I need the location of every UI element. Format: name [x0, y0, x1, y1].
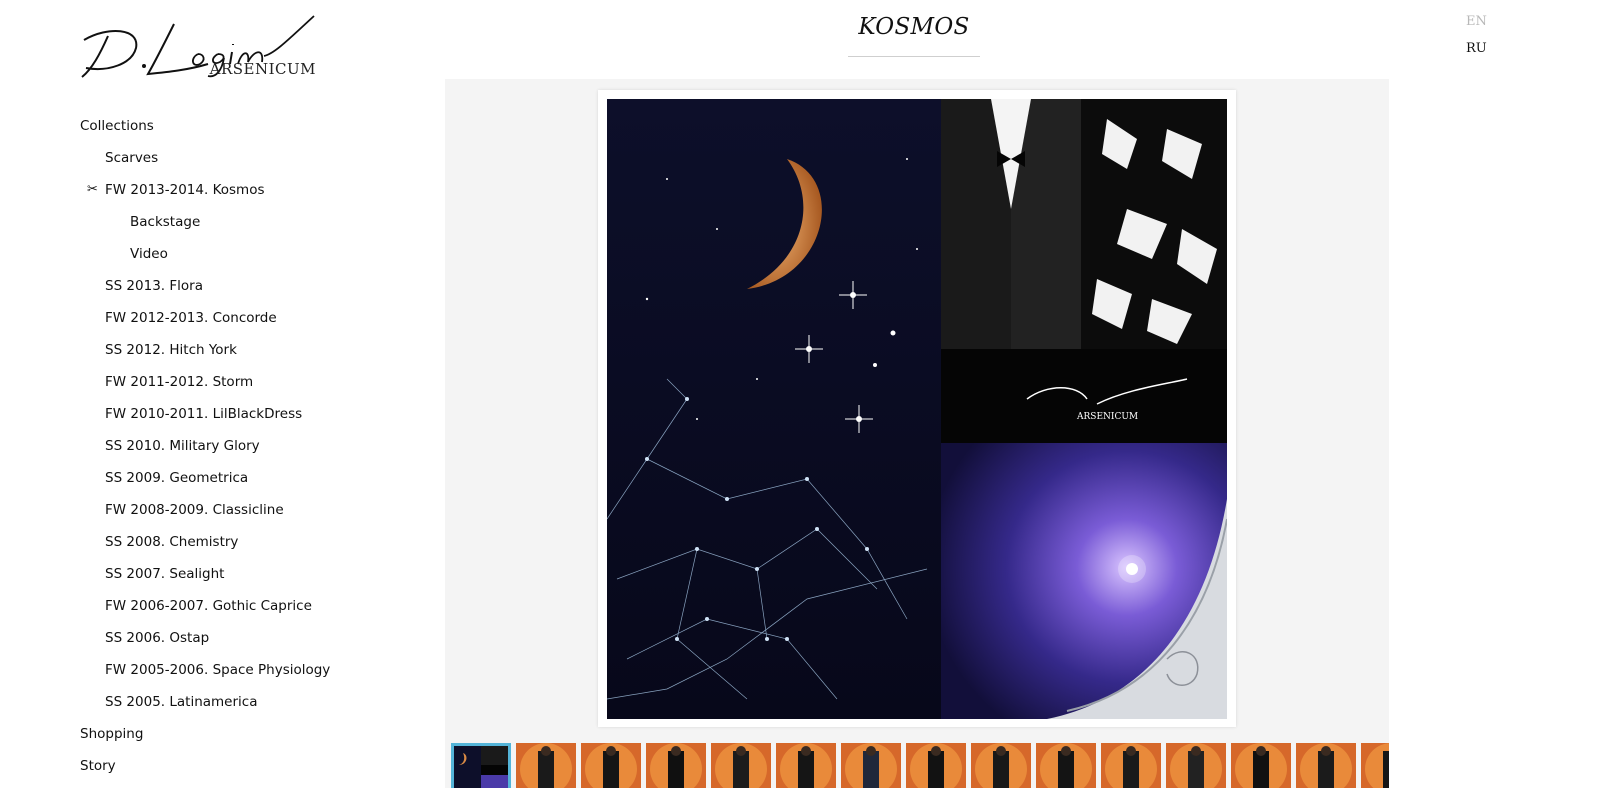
thumbnail-look[interactable]	[841, 743, 901, 788]
thumbnail-look-image	[1361, 743, 1389, 788]
nav-backstage[interactable]: Backstage	[130, 214, 200, 230]
main-collection-image[interactable]: ARSENICUM	[607, 99, 1227, 719]
page: ARSENICUM Collections Scarves ✂ FW 2013-…	[0, 0, 1600, 788]
main-image-frame: ARSENICUM	[598, 90, 1236, 727]
nav-current-label: FW 2013-2014. Kosmos	[105, 182, 265, 198]
nav-scarves[interactable]: Scarves	[105, 150, 158, 166]
logo-subtitle: ARSENICUM	[209, 60, 316, 78]
brand-logo[interactable]: ARSENICUM	[78, 14, 318, 80]
thumbnail-look-image	[516, 743, 576, 788]
thumbnail-cover[interactable]	[451, 743, 511, 788]
page-title: KOSMOS	[858, 14, 970, 40]
thumbnail-cover-image	[451, 743, 511, 788]
nav-shopping[interactable]: Shopping	[80, 726, 143, 742]
svg-text:ARSENICUM: ARSENICUM	[1076, 412, 1138, 422]
lang-en-link[interactable]: EN	[1466, 14, 1487, 29]
thumbnail-look-image	[1036, 743, 1096, 788]
nav-collection-item[interactable]: SS 2006. Ostap	[105, 630, 209, 646]
thumbnail-look[interactable]	[646, 743, 706, 788]
nav-collection-item[interactable]: SS 2005. Latinamerica	[105, 694, 258, 710]
thumbnail-look-image	[1101, 743, 1161, 788]
thumbnail-look-image	[906, 743, 966, 788]
nav-story[interactable]: Story	[80, 758, 116, 774]
thumbnail-look[interactable]	[1231, 743, 1291, 788]
thumbnail-look-image	[581, 743, 641, 788]
thumbnail-look[interactable]	[516, 743, 576, 788]
nav-collection-item[interactable]: SS 2010. Military Glory	[105, 438, 260, 454]
nav-collection-item[interactable]: SS 2008. Chemistry	[105, 534, 238, 550]
thumbnail-look-image	[841, 743, 901, 788]
nav-collection-item[interactable]: FW 2008-2009. Classicline	[105, 502, 284, 518]
thumbnail-look[interactable]	[971, 743, 1031, 788]
thumbnail-look[interactable]	[1036, 743, 1096, 788]
nav-collection-item[interactable]: SS 2009. Geometrica	[105, 470, 248, 486]
nav-collection-item[interactable]: FW 2006-2007. Gothic Caprice	[105, 598, 312, 614]
thumbnail-look[interactable]	[1296, 743, 1356, 788]
thumbnail-look-image	[776, 743, 836, 788]
nav-video[interactable]: Video	[130, 246, 168, 262]
scissors-icon: ✂	[87, 182, 98, 197]
nav-current-collection[interactable]: ✂ FW 2013-2014. Kosmos	[87, 182, 265, 198]
title-block: KOSMOS	[848, 14, 980, 57]
thumbnail-look[interactable]	[906, 743, 966, 788]
thumbnail-look[interactable]	[1361, 743, 1389, 788]
thumbnail-look[interactable]	[1166, 743, 1226, 788]
title-divider	[848, 56, 980, 57]
nav-collection-item[interactable]: SS 2007. Sealight	[105, 566, 224, 582]
thumbnail-look[interactable]	[581, 743, 641, 788]
nav-collection-item[interactable]: FW 2010-2011. LilBlackDress	[105, 406, 302, 422]
nav-collection-item[interactable]: FW 2011-2012. Storm	[105, 374, 253, 390]
thumbnail-look-image	[1231, 743, 1291, 788]
nav-collection-item[interactable]: SS 2012. Hitch York	[105, 342, 237, 358]
thumbnail-look-image	[1296, 743, 1356, 788]
nav-collection-item[interactable]: SS 2013. Flora	[105, 278, 203, 294]
thumbnail-look[interactable]	[776, 743, 836, 788]
thumbnail-look-image	[646, 743, 706, 788]
thumbnail-strip	[445, 743, 1389, 788]
thumbnail-look[interactable]	[711, 743, 771, 788]
thumbnail-look-image	[711, 743, 771, 788]
nav-collections[interactable]: Collections	[80, 118, 154, 134]
nav-collection-item[interactable]: FW 2012-2013. Concorde	[105, 310, 277, 326]
nav-collection-item[interactable]: FW 2005-2006. Space Physiology	[105, 662, 330, 678]
lang-ru-link[interactable]: RU	[1466, 41, 1487, 56]
gallery-viewer: ARSENICUM	[445, 79, 1389, 788]
thumbnail-look-image	[1166, 743, 1226, 788]
thumbnail-look-image	[971, 743, 1031, 788]
thumbnail-look[interactable]	[1101, 743, 1161, 788]
